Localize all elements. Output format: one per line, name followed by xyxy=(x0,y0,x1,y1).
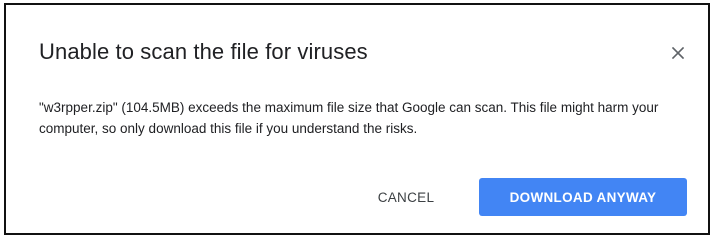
close-button[interactable] xyxy=(666,41,690,65)
cancel-button[interactable]: CANCEL xyxy=(356,178,456,216)
close-icon xyxy=(672,47,684,59)
dialog-message: "w3rpper.zip" (104.5MB) exceeds the maxi… xyxy=(39,100,659,136)
dialog-title: Unable to scan the file for viruses xyxy=(39,39,368,64)
virus-scan-dialog: Unable to scan the file for viruses "w3r… xyxy=(4,3,710,235)
download-anyway-button[interactable]: DOWNLOAD ANYWAY xyxy=(479,178,687,216)
